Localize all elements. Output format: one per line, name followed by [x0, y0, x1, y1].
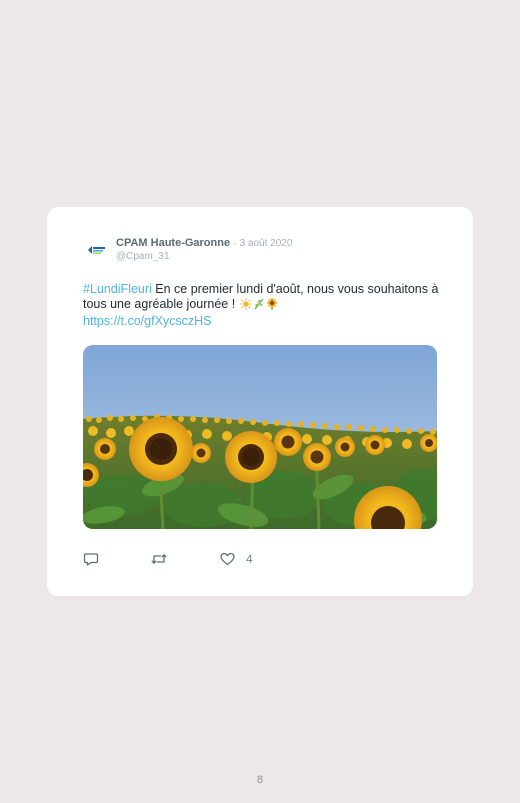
sun-emoji: [239, 298, 252, 314]
reply-icon: [83, 553, 99, 566]
author-handle[interactable]: @Cpam_31: [116, 250, 170, 263]
author-name[interactable]: CPAM Haute-Garonne: [116, 237, 230, 249]
author-avatar[interactable]: [83, 237, 109, 263]
author-line: CPAM Haute-Garonne · 3 août 2020: [116, 236, 292, 251]
hashtag-link[interactable]: #LundiFleuri: [83, 282, 152, 296]
retweet-button[interactable]: [150, 550, 168, 568]
retweet-icon: [151, 553, 167, 565]
tweet-date[interactable]: 3 août 2020: [240, 238, 293, 249]
sunflower-emoji: [266, 298, 278, 314]
tweet-text: #LundiFleuri En ce premier lundi d'août,…: [83, 282, 443, 329]
cpam-logo-icon: [83, 237, 109, 263]
page-number: 8: [256, 774, 264, 786]
date-separator: ·: [233, 238, 237, 249]
like-button[interactable]: 4: [220, 550, 253, 568]
tweet-card[interactable]: CPAM Haute-Garonne · 3 août 2020 @Cpam_3…: [47, 207, 473, 596]
sunflower-field-image: [83, 345, 437, 529]
tweet-photo[interactable]: [83, 345, 437, 529]
heart-icon: [220, 552, 235, 566]
tweet-link[interactable]: https://t.co/gfXycsczHS: [83, 314, 212, 328]
reply-button[interactable]: [83, 550, 99, 568]
like-count: 4: [246, 552, 253, 566]
herb-emoji: [253, 298, 265, 314]
